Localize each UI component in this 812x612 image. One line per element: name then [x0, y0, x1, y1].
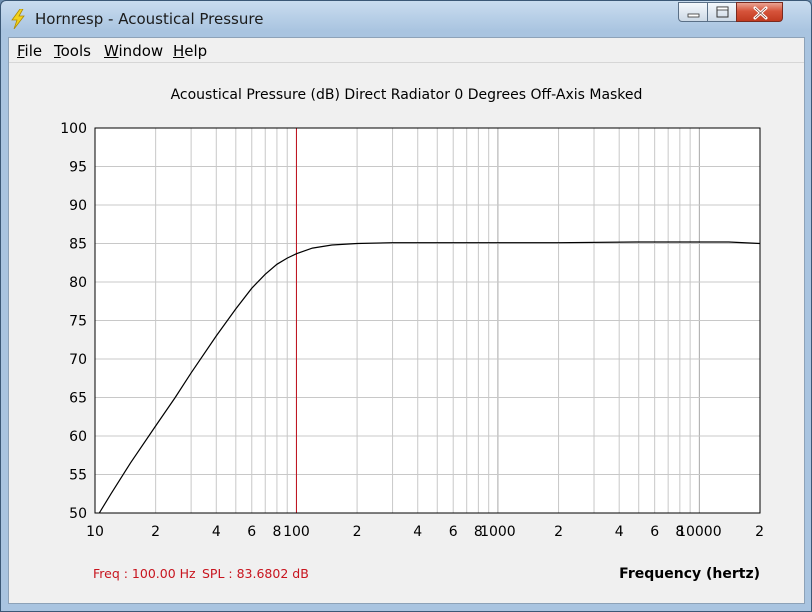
- minimize-icon: [687, 13, 700, 18]
- y-tick-label: 60: [69, 429, 87, 445]
- x-tick-label: 100: [283, 524, 310, 540]
- window-title: Hornresp - Acoustical Pressure: [35, 10, 264, 28]
- close-icon: [753, 6, 768, 20]
- x-tick-label: 2: [755, 524, 764, 540]
- x-tick-label: 4: [615, 524, 624, 540]
- x-tick-label: 6: [449, 524, 458, 540]
- minimize-button[interactable]: [678, 2, 708, 22]
- x-tick-label: 10: [86, 524, 104, 540]
- y-tick-label: 55: [69, 468, 87, 484]
- app-window: Hornresp - Acoustical Pressure File Tool…: [0, 0, 812, 612]
- client-area: File Tools Window Help Acoustical Pressu…: [8, 37, 805, 604]
- lightning-bolt-icon: [9, 8, 27, 30]
- title-bar[interactable]: Hornresp - Acoustical Pressure: [1, 1, 811, 37]
- close-button[interactable]: [736, 2, 783, 22]
- x-axis-label: Frequency (hertz): [619, 566, 760, 582]
- y-tick-label: 75: [69, 314, 87, 330]
- x-tick-label: 6: [247, 524, 256, 540]
- x-tick-label: 1000: [480, 524, 516, 540]
- maximize-icon: [716, 6, 729, 18]
- y-tick-label: 85: [69, 237, 87, 253]
- x-tick-label: 4: [212, 524, 221, 540]
- x-tick-label: 2: [151, 524, 160, 540]
- frequency-readout: Freq : 100.00 Hz: [93, 566, 196, 581]
- maximize-button[interactable]: [707, 2, 737, 22]
- x-tick-label: 2: [353, 524, 362, 540]
- y-tick-label: 95: [69, 160, 87, 176]
- y-tick-label: 90: [69, 198, 87, 214]
- x-tick-label: 6: [650, 524, 659, 540]
- y-tick-label: 65: [69, 391, 87, 407]
- y-tick-label: 80: [69, 275, 87, 291]
- x-tick-label: 4: [413, 524, 422, 540]
- x-tick-label: 8: [272, 524, 281, 540]
- y-tick-label: 50: [69, 506, 87, 522]
- spl-readout: SPL : 83.6802 dB: [202, 566, 309, 581]
- x-tick-label: 10000: [677, 524, 722, 540]
- y-tick-label: 100: [60, 121, 87, 137]
- x-tick-label: 2: [554, 524, 563, 540]
- y-tick-label: 70: [69, 352, 87, 368]
- response-chart[interactable]: 1009590858075706560555010 2 4 6 8 100 2 4 6 81000…: [9, 38, 804, 598]
